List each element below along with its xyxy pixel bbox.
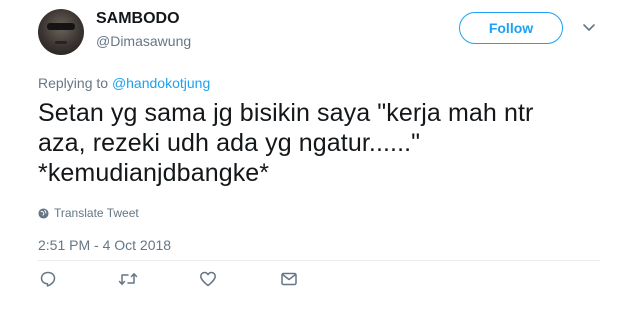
- divider: [38, 260, 600, 261]
- avatar-eyes: [47, 23, 75, 30]
- retweet-icon: [118, 273, 138, 285]
- tweet-timestamp[interactable]: 2:51 PM - 4 Oct 2018: [38, 237, 171, 253]
- tweet-line: aza, rezeki udh ada yg ngatur......": [38, 129, 421, 157]
- reply-context-prefix: Replying to: [38, 75, 112, 91]
- reply-context: Replying to @handokotjung: [38, 75, 210, 91]
- heart-icon: [200, 271, 216, 287]
- globe-icon: [38, 207, 49, 219]
- message-button[interactable]: [278, 268, 300, 290]
- tweet-line: *kemudianjdbangke*: [38, 159, 270, 187]
- reply-mention-link[interactable]: @handokotjung: [112, 75, 210, 91]
- reply-button[interactable]: [37, 268, 59, 290]
- chevron-down-icon[interactable]: [582, 22, 596, 34]
- avatar-mouth: [55, 41, 67, 44]
- like-button[interactable]: [197, 268, 219, 290]
- tweet-text: Setan yg sama jg bisikin saya "kerja mah…: [38, 98, 598, 188]
- user-handle[interactable]: @Dimasawung: [96, 33, 191, 49]
- translate-label: Translate Tweet: [54, 206, 139, 220]
- follow-button[interactable]: Follow: [459, 12, 563, 44]
- translate-tweet-link[interactable]: Translate Tweet: [38, 206, 139, 220]
- reply-icon: [40, 271, 56, 287]
- retweet-button[interactable]: [117, 268, 139, 290]
- envelope-icon: [281, 272, 297, 286]
- tweet-line: Setan yg sama jg bisikin saya "kerja mah…: [38, 99, 534, 127]
- display-name[interactable]: SAMBODO: [96, 10, 180, 28]
- avatar[interactable]: [38, 9, 84, 55]
